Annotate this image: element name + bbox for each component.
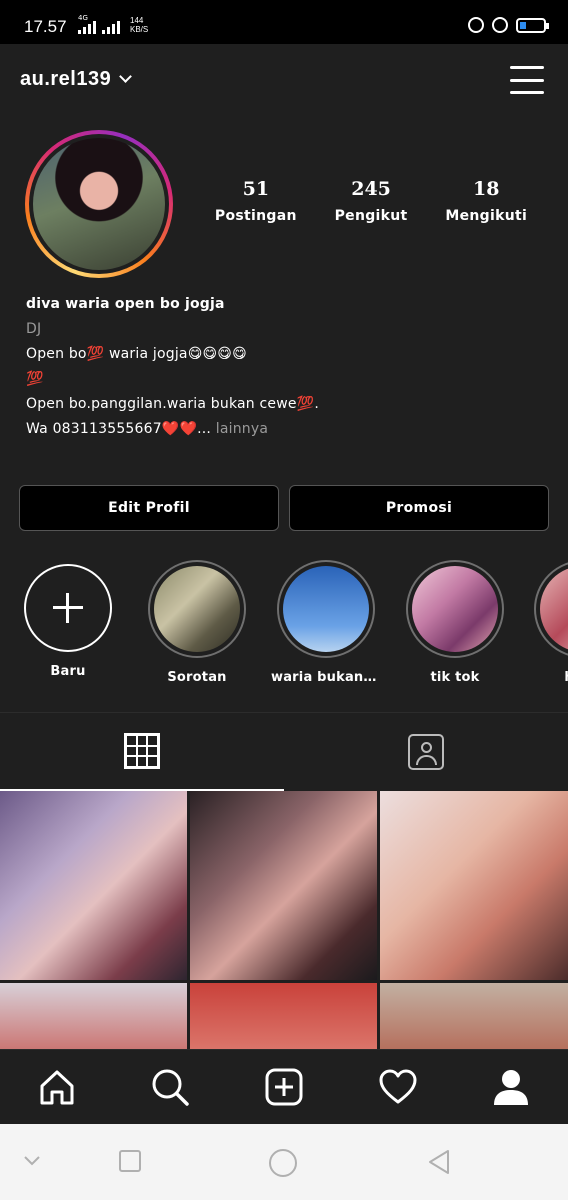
post-thumbnail[interactable] xyxy=(190,791,377,980)
profile-header: au.rel139 xyxy=(0,44,568,116)
nav-search[interactable] xyxy=(145,1062,195,1112)
posts-grid xyxy=(0,791,568,1049)
followers-count[interactable]: 245 Pengikut xyxy=(335,178,408,224)
battery-icon xyxy=(516,17,549,33)
highlight-item[interactable]: Sorotan xyxy=(142,560,252,685)
see-more-link[interactable]: lainnya xyxy=(216,421,268,437)
promote-button[interactable]: Promosi xyxy=(289,485,549,531)
home-icon xyxy=(40,1070,74,1105)
nav-add-post[interactable] xyxy=(259,1062,309,1112)
network-indicators: 4G 144 KB/S xyxy=(78,14,149,34)
tab-tagged[interactable] xyxy=(284,713,568,791)
tab-grid[interactable] xyxy=(0,713,284,791)
avatar-image xyxy=(33,138,165,270)
hamburger-icon xyxy=(510,66,544,69)
post-thumbnail[interactable] xyxy=(0,983,187,1049)
add-post-icon xyxy=(265,1068,303,1106)
signal-icon xyxy=(102,20,120,34)
highlight-new[interactable]: Baru xyxy=(13,560,123,679)
highlight-item[interactable]: hijab xyxy=(528,560,568,685)
highlight-item[interactable]: tik tok xyxy=(400,560,510,685)
profile-stats: 51 Postingan 245 Pengikut 18 Mengikuti xyxy=(196,178,546,224)
chevron-down-icon xyxy=(119,70,133,83)
recents-square-icon[interactable] xyxy=(117,1148,143,1174)
nav-home[interactable] xyxy=(32,1062,82,1112)
username: au.rel139 xyxy=(20,68,112,90)
highlight-item[interactable]: waria bukan ce... xyxy=(271,560,381,685)
profile-bio: diva waria open bo jogja DJ Open bo💯 war… xyxy=(26,292,546,442)
display-name: diva waria open bo jogja xyxy=(26,296,225,312)
search-icon xyxy=(152,1069,190,1106)
bio-line: Wa 083113555667❤️❤️... lainnya xyxy=(26,421,269,437)
post-thumbnail[interactable] xyxy=(380,791,568,980)
tagged-icon xyxy=(408,734,444,770)
plus-icon xyxy=(53,593,83,623)
bio-line: 💯 xyxy=(26,371,44,387)
signal-4g-icon: 4G xyxy=(78,14,96,34)
grid-icon xyxy=(124,733,160,769)
bio-line: Open bo💯 waria jogja😋😋😋😋 xyxy=(26,346,247,362)
post-thumbnail[interactable] xyxy=(0,791,187,980)
activity-heart-icon xyxy=(379,1069,417,1104)
edit-profile-button[interactable]: Edit Profil xyxy=(19,485,279,531)
category-label: DJ xyxy=(26,321,42,337)
rotation-lock-icon xyxy=(468,17,484,33)
home-circle-icon[interactable] xyxy=(268,1148,298,1178)
nav-profile[interactable] xyxy=(486,1062,536,1112)
posts-count: 51 Postingan xyxy=(214,178,297,224)
add-highlight-button[interactable] xyxy=(24,564,112,652)
bottom-navigation xyxy=(0,1049,568,1124)
system-navigation-bar xyxy=(0,1124,568,1200)
chevron-down-icon[interactable] xyxy=(20,1148,44,1172)
network-speed: 144 KB/S xyxy=(130,16,149,34)
account-switcher[interactable]: au.rel139 xyxy=(20,68,133,91)
status-time: 17.57 xyxy=(24,17,67,36)
alarm-icon xyxy=(492,17,508,33)
post-thumbnail[interactable] xyxy=(380,983,568,1049)
profile-icon xyxy=(494,1070,529,1105)
nav-activity[interactable] xyxy=(373,1062,423,1112)
back-triangle-icon[interactable] xyxy=(425,1148,453,1176)
following-count[interactable]: 18 Mengikuti xyxy=(445,178,527,224)
post-thumbnail[interactable] xyxy=(190,983,377,1049)
menu-button[interactable] xyxy=(510,66,544,94)
profile-tabs xyxy=(0,712,568,791)
profile-avatar[interactable] xyxy=(25,130,173,278)
story-highlights: Baru Sorotan waria bukan ce... tik tok h… xyxy=(0,560,568,690)
status-bar: 17.57 4G 144 KB/S xyxy=(0,0,568,44)
bio-line: Open bo.panggilan.waria bukan cewe💯. xyxy=(26,396,319,412)
